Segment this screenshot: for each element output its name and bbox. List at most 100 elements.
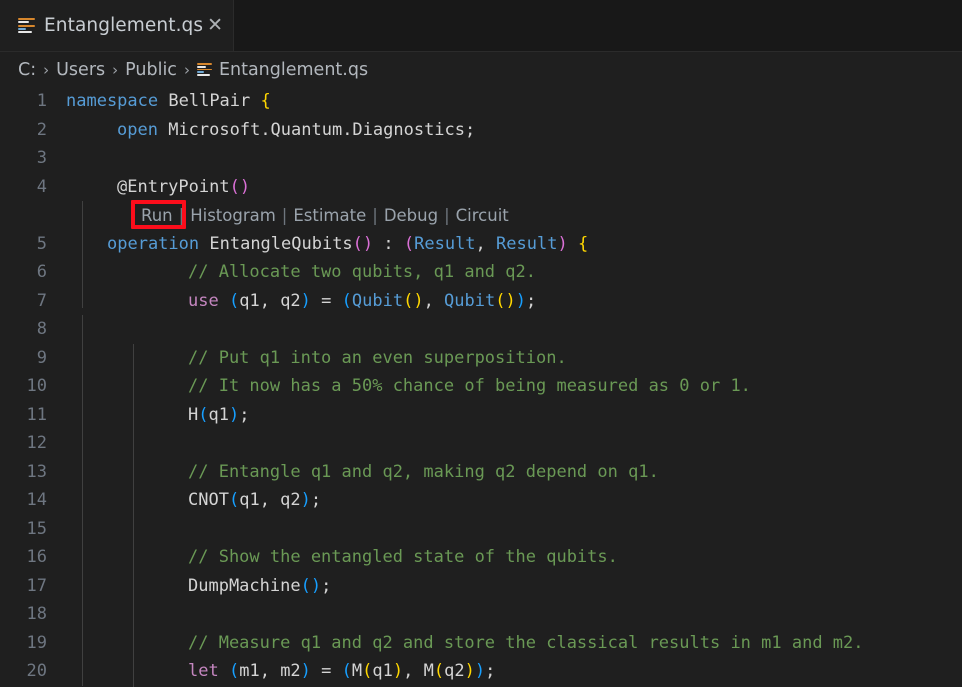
code-line: 10 // It now has a 50% chance of being m… — [0, 372, 962, 401]
code-comment: // Entangle q1 and q2, making q2 depend … — [188, 461, 659, 482]
codelens-histogram[interactable]: Histogram — [190, 206, 276, 225]
code-line: 17 DumpMachine(); — [0, 572, 962, 601]
code-line-text: operation EntangleQubits() : (Result, Re… — [107, 233, 589, 254]
code-line: 12 — [0, 429, 962, 458]
code-line: 18 — [0, 600, 962, 629]
line-number: 14 — [26, 490, 47, 511]
code-comment: // Show the entangled state of the qubit… — [188, 547, 618, 568]
line-number: 20 — [26, 661, 47, 682]
token-identifier: BellPair — [168, 91, 251, 112]
token-bracket: ( — [229, 176, 240, 197]
qsharp-file-icon — [18, 18, 35, 33]
codelens-circuit[interactable]: Circuit — [456, 206, 509, 225]
token-bracket: { — [260, 91, 271, 112]
token-identifier: Microsoft.Quantum.Diagnostics; — [168, 119, 476, 140]
token-keyword: namespace — [66, 91, 159, 112]
token-keyword: operation — [107, 233, 200, 254]
codelens-separator: | — [444, 205, 450, 225]
line-number: 5 — [36, 233, 47, 254]
token-attribute: @EntryPoint — [117, 176, 230, 197]
line-number: 4 — [36, 176, 47, 197]
code-line-text: DumpMachine(); — [188, 575, 332, 596]
line-number: 18 — [26, 604, 47, 625]
code-comment: // Measure q1 and q2 and store the class… — [188, 632, 864, 653]
token-keyword: use — [188, 290, 219, 311]
token-type: Result — [496, 233, 558, 254]
token-keyword: open — [117, 119, 158, 140]
line-number: 19 — [26, 632, 47, 653]
code-line-text: H(q1); — [188, 404, 250, 425]
code-line: 2 open Microsoft.Quantum.Diagnostics; — [0, 116, 962, 145]
breadcrumb-file-label: Entanglement.qs — [218, 59, 369, 80]
qsharp-file-icon — [196, 63, 212, 76]
code-line: 16 // Show the entangled state of the qu… — [0, 543, 962, 572]
codelens-row: Run | Histogram | Estimate | Debug | Cir… — [0, 201, 509, 230]
token-keyword: let — [188, 661, 219, 682]
code-line: 1 namespace BellPair { — [0, 87, 962, 116]
code-line: 11 H(q1); — [0, 401, 962, 430]
token-function: EntangleQubits — [209, 233, 353, 254]
close-icon[interactable]: ✕ — [203, 14, 227, 37]
line-number: 6 — [36, 262, 47, 283]
code-line-text: open Microsoft.Quantum.Diagnostics; — [117, 120, 475, 140]
codelens-separator: | — [281, 205, 288, 225]
chevron-right-icon: › — [183, 60, 190, 79]
code-comment: // It now has a 50% chance of being meas… — [188, 376, 751, 397]
code-line: 15 — [0, 515, 962, 544]
line-number: 3 — [36, 148, 47, 169]
code-line-text: namespace BellPair { — [66, 91, 271, 111]
code-line: 8 — [0, 315, 962, 344]
breadcrumb-item-drive[interactable]: C: — [18, 60, 36, 80]
line-number: 2 — [36, 119, 47, 140]
token-type: Result — [414, 233, 476, 254]
code-line: 7 use (q1, q2) = (Qubit(), Qubit()); — [0, 287, 962, 316]
token-bracket: () — [352, 233, 374, 254]
code-line: 20 let (m1, m2) = (M(q1), M(q2)); — [0, 657, 962, 686]
line-number: 8 — [36, 319, 47, 340]
code-line-text: CNOT(q1, q2); — [188, 490, 322, 511]
code-line: 4 @EntryPoint() — [0, 173, 962, 202]
line-number: 7 — [36, 290, 47, 311]
line-number: 13 — [26, 461, 47, 482]
token-bracket: ) — [239, 176, 251, 197]
code-line: 6 // Allocate two qubits, q1 and q2. — [0, 258, 962, 287]
code-comment: // Put q1 into an even superposition. — [188, 347, 567, 368]
code-line: 19 // Measure q1 and q2 and store the cl… — [0, 629, 962, 658]
line-number: 17 — [26, 575, 47, 596]
token-bracket: ( — [403, 233, 415, 254]
code-comment: // Allocate two qubits, q1 and q2. — [188, 262, 536, 283]
breadcrumb-item-file[interactable]: Entanglement.qs — [196, 59, 369, 80]
token-bracket: { — [567, 233, 589, 254]
line-number: 15 — [26, 518, 47, 539]
chevron-right-icon: › — [43, 60, 50, 79]
line-number: 11 — [26, 404, 47, 425]
code-line: 14 CNOT(q1, q2); — [0, 486, 962, 515]
breadcrumb-item-public[interactable]: Public — [125, 60, 177, 80]
code-line-text: let (m1, m2) = (M(q1), M(q2)); — [188, 661, 496, 682]
line-number: 16 — [26, 547, 47, 568]
codelens-estimate[interactable]: Estimate — [293, 206, 366, 225]
breadcrumb-item-users[interactable]: Users — [56, 60, 105, 80]
code-line: 3 — [0, 144, 962, 173]
code-line: 9 // Put q1 into an even superposition. — [0, 344, 962, 373]
codelens-separator: | — [372, 205, 378, 225]
code-line-text: @EntryPoint() — [117, 177, 250, 197]
line-number: 12 — [26, 433, 47, 454]
token-bracket: ) — [557, 233, 568, 254]
line-number: 10 — [26, 376, 47, 397]
breadcrumb: C: › Users › Public › Entanglement.qs — [0, 52, 962, 87]
code-editor[interactable]: 1 namespace BellPair { 2 open Microsoft.… — [0, 87, 962, 687]
tab-entanglement-qs[interactable]: Entanglement.qs ✕ — [0, 0, 234, 51]
tab-bar-empty-area — [234, 0, 962, 51]
codelens-debug[interactable]: Debug — [384, 206, 438, 225]
codelens-run[interactable]: Run — [141, 206, 173, 225]
code-line: 13 // Entangle q1 and q2, making q2 depe… — [0, 458, 962, 487]
codelens-separator: | — [178, 205, 185, 225]
tab-label: Entanglement.qs — [44, 15, 204, 36]
line-number: 9 — [36, 347, 47, 368]
editor-tab-bar: Entanglement.qs ✕ — [0, 0, 962, 52]
code-line: 5 operation EntangleQubits() : (Result, … — [0, 230, 962, 259]
chevron-right-icon: › — [112, 60, 119, 79]
line-number: 1 — [36, 91, 47, 112]
code-line-text: use (q1, q2) = (Qubit(), Qubit()); — [188, 290, 537, 311]
